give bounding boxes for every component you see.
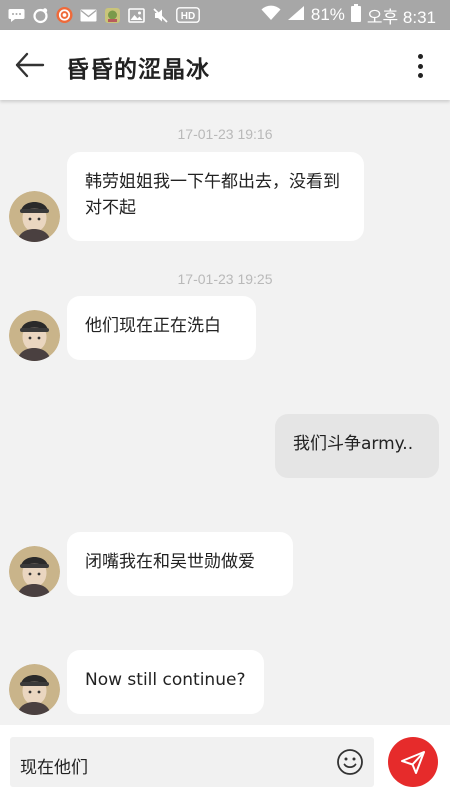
back-arrow-icon (15, 52, 45, 78)
avatar[interactable] (9, 191, 60, 242)
more-options-button[interactable] (408, 52, 432, 80)
gallery-icon (128, 7, 145, 24)
message-bubble-received[interactable]: Now still continue? (67, 650, 264, 714)
more-vert-icon-dot (417, 63, 423, 69)
message-bubble-received[interactable]: 闭嘴我在和吴世勋做爱 (67, 532, 293, 596)
chat-title: 昏昏的涩晶冰 (66, 57, 210, 83)
app-icon (104, 7, 121, 24)
message-bubble-received[interactable]: 他们现在正在洗白 (67, 296, 256, 360)
avatar[interactable] (9, 546, 60, 597)
chat-icon (8, 7, 25, 24)
mail-icon (80, 7, 97, 24)
composer: 现在他们 (0, 725, 450, 800)
hd-label: HD (181, 11, 195, 22)
quick-icon (32, 7, 49, 24)
signal-icon (287, 5, 305, 25)
mute-icon (152, 7, 169, 24)
message-timestamp: 17-01-23 19:16 (177, 126, 273, 142)
emoji-button[interactable] (336, 748, 364, 776)
avatar[interactable] (9, 310, 60, 361)
avatar[interactable] (9, 664, 60, 715)
hd-icon: HD (176, 7, 200, 24)
send-icon (401, 751, 425, 774)
message-input-value[interactable]: 现在他们 (20, 753, 88, 778)
send-button[interactable] (388, 737, 438, 787)
wifi-icon (261, 5, 281, 25)
status-time: 오후 8:31 (366, 7, 436, 27)
message-input[interactable]: 现在他们 (10, 737, 374, 787)
message-list[interactable]: 17-01-23 19:16 韩劳姐姐我一下午都出去，没看到对不起 17-01-… (0, 100, 450, 725)
chat-header: 昏昏的涩晶冰 (0, 30, 450, 100)
system-indicators: 81% 오후 8:31 (261, 0, 436, 30)
record-icon (56, 6, 73, 24)
more-vert-icon (417, 54, 423, 59)
battery-percent: 81% (310, 5, 345, 24)
message-bubble-sent[interactable]: 我们斗争army.. (275, 414, 439, 478)
status-bar: HD 81% 오후 8:31 (0, 0, 450, 30)
emoji-icon (337, 749, 363, 775)
message-bubble-received[interactable]: 韩劳姐姐我一下午都出去，没看到对不起 (67, 152, 364, 241)
more-vert-icon-dot (417, 73, 423, 78)
back-button[interactable] (14, 50, 46, 80)
notification-icons: HD (8, 0, 200, 30)
message-timestamp: 17-01-23 19:25 (177, 271, 273, 287)
battery-icon (350, 4, 361, 26)
